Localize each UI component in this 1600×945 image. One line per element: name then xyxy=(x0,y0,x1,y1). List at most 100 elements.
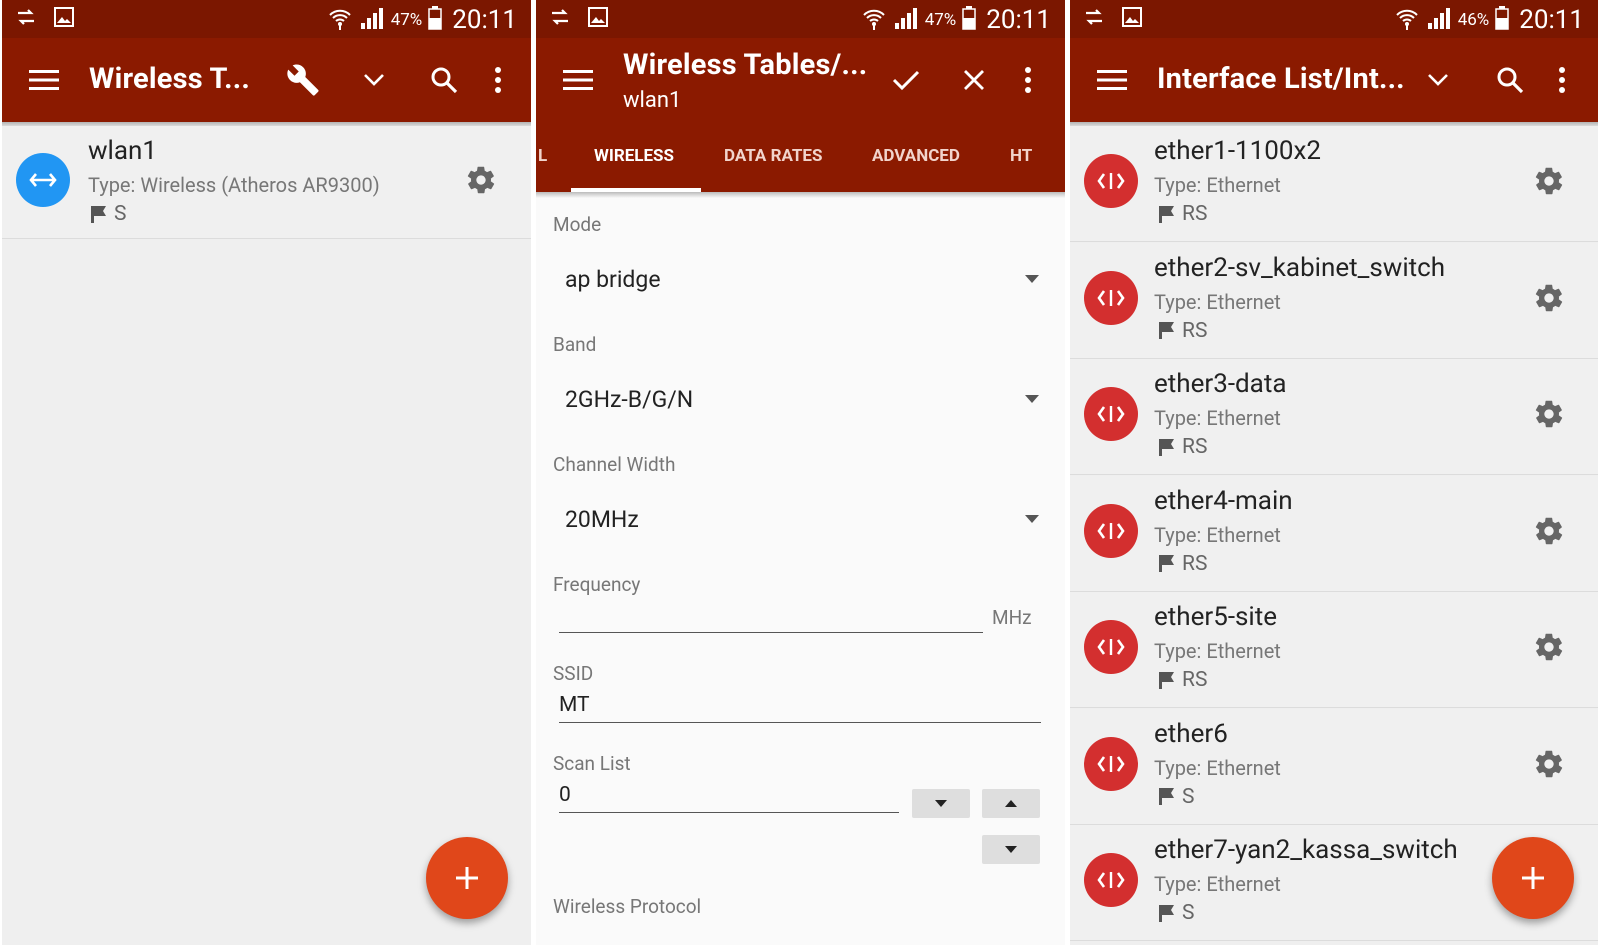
item-name: ether4-main xyxy=(1154,485,1293,516)
ssid-label: SSID xyxy=(553,662,594,685)
ssid-value: MT xyxy=(559,693,590,717)
list-item[interactable]: ether4-main Type: Ethernet RS xyxy=(1070,475,1598,592)
item-flags: RS xyxy=(1158,552,1207,576)
page-subtitle: wlan1 xyxy=(623,88,682,113)
frequency-label: Frequency xyxy=(553,573,641,596)
flag-icon xyxy=(1159,671,1174,689)
wireless-protocol-label: Wireless Protocol xyxy=(553,895,702,918)
data-transfer-icon xyxy=(550,8,570,30)
settings-gear-icon[interactable] xyxy=(1532,397,1566,431)
tab-wireless[interactable]: WIRELESS xyxy=(594,146,674,166)
list-item[interactable]: wlan1 Type: Wireless (Atheros AR9300) S xyxy=(2,126,531,239)
ethernet-icon xyxy=(1084,270,1138,325)
toolbar-shadow xyxy=(536,192,1065,198)
search-icon[interactable] xyxy=(426,62,462,98)
channel-width-select[interactable]: 20MHz xyxy=(536,490,1065,550)
plus-icon xyxy=(456,867,478,889)
dropdown-arrow-icon xyxy=(1025,515,1039,523)
close-icon[interactable] xyxy=(956,62,992,98)
clock: 20:11 xyxy=(1519,5,1584,35)
settings-gear-icon[interactable] xyxy=(464,163,498,197)
ethernet-icon xyxy=(1084,620,1138,674)
battery-percent: 46% xyxy=(1457,10,1490,30)
settings-gear-icon[interactable] xyxy=(1532,164,1566,198)
app-toolbar: Wireless Tables/... wlan1 xyxy=(536,38,1065,122)
settings-gear-icon[interactable] xyxy=(1532,630,1566,664)
settings-gear-icon[interactable] xyxy=(1532,514,1566,548)
item-flags: RS xyxy=(1158,319,1207,343)
search-icon[interactable] xyxy=(1492,62,1528,98)
tab-ht[interactable]: HT xyxy=(1010,146,1032,166)
item-type: Type: Ethernet xyxy=(1154,639,1281,663)
app-toolbar: Interface List/Int... xyxy=(1070,38,1598,122)
battery-icon xyxy=(428,6,442,34)
overflow-menu-icon[interactable] xyxy=(1010,62,1046,98)
mode-select[interactable]: ap bridge xyxy=(536,250,1065,310)
list-item[interactable]: ether5-site Type: Ethernet RS xyxy=(1070,592,1598,708)
item-flags: S xyxy=(90,202,126,226)
frequency-input[interactable] xyxy=(559,598,983,634)
menu-icon[interactable] xyxy=(26,62,62,98)
flag-icon xyxy=(1159,205,1174,223)
wireless-arrows-icon xyxy=(16,153,70,207)
battery-percent: 47% xyxy=(390,10,423,30)
item-flags: RS xyxy=(1158,202,1207,226)
settings-gear-icon[interactable] xyxy=(1532,747,1566,781)
settings-gear-icon[interactable] xyxy=(1532,281,1566,315)
status-bar: 46% 20:11 xyxy=(1070,0,1598,38)
ssid-input[interactable]: MT xyxy=(559,688,1041,724)
scan-list-expand-button[interactable] xyxy=(982,835,1040,864)
chevron-down-icon[interactable] xyxy=(356,62,392,98)
battery-icon xyxy=(1495,6,1509,34)
overflow-menu-icon[interactable] xyxy=(480,62,516,98)
plus-icon xyxy=(1522,867,1544,889)
scan-list-move-down-button[interactable] xyxy=(912,789,970,818)
item-name: ether1-1100x2 xyxy=(1154,136,1321,166)
chevron-down-icon[interactable] xyxy=(1420,62,1456,98)
item-type: Type: Ethernet xyxy=(1154,173,1281,197)
tab-general[interactable]: L xyxy=(538,146,547,166)
wireless-tables-screen: 47% 20:11 Wireless T... wlan1 Type: Wire… xyxy=(2,0,531,945)
clock: 20:11 xyxy=(452,5,517,35)
app-toolbar: Wireless T... xyxy=(2,38,531,122)
item-type: Type: Ethernet xyxy=(1154,755,1281,780)
item-type: Type: Ethernet xyxy=(1154,872,1281,896)
ethernet-icon xyxy=(1084,387,1138,441)
item-flags: S xyxy=(1158,785,1194,809)
check-icon[interactable] xyxy=(888,62,924,98)
item-name: ether5-site xyxy=(1154,602,1278,632)
tab-bar: L WIRELESS DATA RATES ADVANCED HT xyxy=(536,122,1065,192)
wrench-icon[interactable] xyxy=(285,62,321,98)
item-type: Type: Ethernet xyxy=(1154,289,1281,314)
scan-list-move-up-button[interactable] xyxy=(982,789,1040,818)
band-value: 2GHz-B/G/N xyxy=(565,386,694,413)
scan-list-input[interactable]: 0 xyxy=(559,778,899,814)
mode-label: Mode xyxy=(553,213,602,236)
item-type: Type: Ethernet xyxy=(1154,406,1281,430)
band-select[interactable]: 2GHz-B/G/N xyxy=(536,370,1065,430)
item-flags: RS xyxy=(1158,435,1207,459)
tab-advanced[interactable]: ADVANCED xyxy=(872,146,960,166)
list-item[interactable]: ether2-sv_kabinet_switch Type: Ethernet RS xyxy=(1070,242,1598,359)
list-item[interactable]: ether1-1100x2 Type: Ethernet RS xyxy=(1070,126,1598,242)
image-notification-icon xyxy=(588,7,608,31)
page-title: Wireless Tables/... xyxy=(623,48,868,82)
add-fab-button[interactable] xyxy=(1492,837,1574,919)
ethernet-icon xyxy=(1084,736,1138,791)
wireless-edit-screen: 47% 20:11 Wireless Tables/... wlan1 L WI… xyxy=(536,0,1065,945)
flag-icon xyxy=(91,205,106,223)
signal-strength-icon xyxy=(359,6,385,34)
scan-list-value: 0 xyxy=(559,783,571,807)
dropdown-arrow-icon xyxy=(1025,275,1039,283)
battery-icon xyxy=(962,6,976,34)
menu-icon[interactable] xyxy=(1094,62,1130,98)
list-item[interactable]: ether3-data Type: Ethernet RS xyxy=(1070,359,1598,475)
menu-icon[interactable] xyxy=(560,62,596,98)
wifi-hotspot-icon xyxy=(1394,5,1420,35)
list-item[interactable]: ether6 Type: Ethernet S xyxy=(1070,708,1598,825)
tab-data-rates[interactable]: DATA RATES xyxy=(724,146,822,166)
item-name: wlan1 xyxy=(88,136,157,166)
item-name: ether6 xyxy=(1154,718,1228,749)
add-fab-button[interactable] xyxy=(426,837,508,919)
overflow-menu-icon[interactable] xyxy=(1544,62,1580,98)
